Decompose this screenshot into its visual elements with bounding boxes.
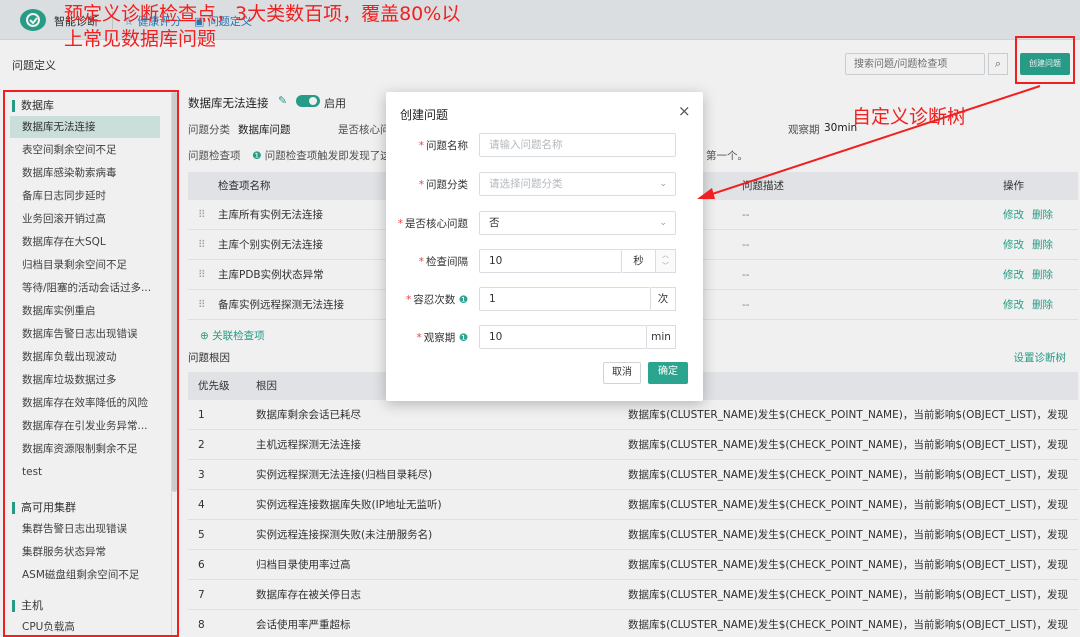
annotation-arrow	[697, 85, 1041, 199]
